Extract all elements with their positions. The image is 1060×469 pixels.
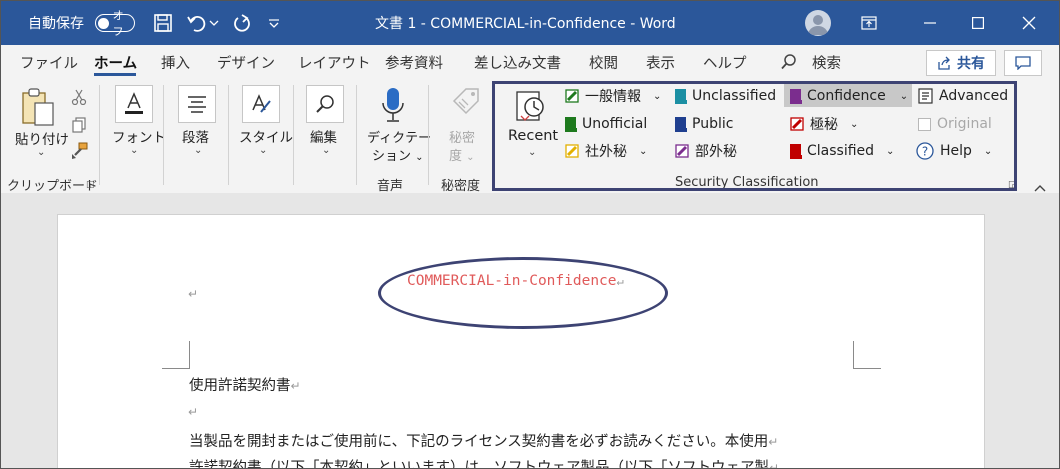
style-dropdown-icon[interactable]: ⌄	[259, 145, 267, 156]
dictate-dropdown-icon[interactable]: ⌄	[415, 152, 423, 163]
search-icon[interactable]	[780, 45, 798, 79]
save-icon[interactable]	[152, 12, 174, 34]
redo-icon[interactable]	[231, 12, 253, 34]
tab-insert[interactable]: 挿入	[161, 45, 190, 79]
paste-button-label[interactable]: 貼り付け	[15, 128, 69, 148]
document-canvas	[1, 193, 1059, 468]
crop-mark-left	[162, 341, 190, 369]
editing-search-icon[interactable]	[306, 85, 344, 123]
clipboard-group-label: クリップボード	[7, 179, 99, 194]
styles-icon[interactable]	[242, 85, 280, 123]
clipboard-launcher-icon[interactable]: ◲	[86, 180, 95, 190]
crop-mark-right	[853, 341, 881, 369]
toggle-knob	[98, 17, 109, 29]
share-icon	[938, 56, 950, 70]
font-group-label[interactable]: フォント	[112, 126, 166, 146]
minimize-icon[interactable]	[907, 1, 953, 45]
format-painter-icon[interactable]	[70, 142, 88, 164]
microphone-icon[interactable]	[381, 87, 405, 127]
sensitivity-label-line2: 度	[449, 149, 463, 164]
sensitivity-dropdown-icon: ⌄	[466, 152, 475, 163]
paragraph-mark: ↵	[768, 435, 779, 449]
editing-group-label[interactable]: 編集	[310, 126, 337, 146]
sensitivity-label-line1: 秘密	[449, 131, 476, 146]
paragraph-group-label[interactable]: 段落	[182, 126, 209, 146]
separator	[293, 85, 294, 185]
body-line-4[interactable]: 許諾契約書（以下「本契約」といいます）は、ソフトウェア製品（以下「ソフトウェア製	[189, 460, 769, 468]
share-button[interactable]: 共有	[926, 50, 996, 76]
paste-icon[interactable]	[21, 87, 55, 131]
font-dropdown-icon[interactable]: ⌄	[130, 145, 138, 156]
dictate-label-line1[interactable]: ディクテー	[367, 127, 431, 146]
sensitivity-group-label: 秘密度	[441, 179, 481, 194]
body-paragraph-3: 許諾契約書（以下「本契約」といいます）は、ソフトウェア製品（以下「ソフトウェア製…	[189, 456, 780, 469]
tab-design[interactable]: デザイン	[217, 45, 275, 79]
undo-dropdown-icon[interactable]	[207, 12, 221, 34]
paragraph-mark: ↵	[188, 287, 199, 301]
comments-button[interactable]	[1004, 50, 1042, 76]
body-paragraph-1: 使用許諾契約書↵	[189, 374, 301, 395]
user-avatar[interactable]	[805, 10, 831, 36]
share-label: 共有	[957, 56, 985, 72]
tab-layout[interactable]: レイアウト	[298, 45, 371, 79]
undo-icon[interactable]	[186, 12, 208, 34]
paragraph-icon[interactable]	[178, 85, 216, 123]
style-group-label[interactable]: スタイル	[239, 126, 293, 146]
autosave-toggle[interactable]: オフ	[95, 9, 135, 38]
security-classification-highlight-box	[492, 81, 1017, 191]
separator	[428, 85, 429, 185]
separator	[228, 85, 229, 185]
maximize-icon[interactable]	[955, 1, 1001, 45]
header-highlight-oval	[378, 257, 668, 329]
cut-icon[interactable]	[71, 89, 87, 109]
customize-qat-icon[interactable]	[265, 12, 283, 34]
separator	[163, 85, 164, 185]
body-line-3[interactable]: 当製品を開封またはご使用前に、下記のライセンス契約書を必ずお読みください。本使用	[189, 434, 768, 450]
font-icon[interactable]	[115, 85, 153, 123]
title-bar: 自動保存 オフ 文書 1 - COMMERCIAL-in-Confidence …	[1, 1, 1059, 45]
word-window: 自動保存 オフ 文書 1 - COMMERCIAL-in-Confidence …	[0, 0, 1060, 469]
separator	[356, 85, 357, 185]
autosave-state: オフ	[112, 9, 124, 38]
autosave-label: 自動保存	[28, 16, 84, 32]
paste-dropdown-icon[interactable]: ⌄	[37, 147, 45, 158]
tab-file[interactable]: ファイル	[20, 45, 78, 79]
sensitivity-tag-icon[interactable]	[450, 87, 480, 125]
close-icon[interactable]	[1006, 1, 1052, 45]
voice-group-label: 音声	[377, 179, 404, 194]
copy-icon[interactable]	[71, 117, 87, 137]
paragraph-mark: ↵	[769, 461, 780, 469]
body-paragraph-2: 当製品を開封またはご使用前に、下記のライセンス契約書を必ずお読みください。本使用…	[189, 430, 778, 451]
body-line-1[interactable]: 使用許諾契約書	[189, 378, 291, 394]
paragraph-mark: ↵	[290, 379, 301, 393]
document-title: 文書 1 - COMMERCIAL-in-Confidence - Word	[375, 16, 676, 32]
paragraph-dropdown-icon[interactable]: ⌄	[194, 145, 202, 156]
tab-review[interactable]: 校閲	[589, 45, 618, 79]
tab-help[interactable]: ヘルプ	[703, 45, 747, 79]
ribbon-display-options-icon[interactable]	[846, 1, 892, 45]
ribbon-tabs: ファイル ホーム 挿入 デザイン レイアウト 参考資料 差し込み文書 校閲 表示…	[1, 45, 1059, 79]
separator	[99, 85, 100, 185]
ribbon: 貼り付け ⌄ クリップボード ◲ フォント ⌄ 段落 ⌄ スタイル ⌄ 編集 ⌄…	[1, 79, 1059, 194]
comment-icon	[1015, 56, 1031, 70]
tab-mailings[interactable]: 差し込み文書	[474, 45, 561, 79]
tab-references[interactable]: 参考資料	[385, 45, 443, 79]
editing-dropdown-icon[interactable]: ⌄	[322, 145, 330, 156]
tab-view[interactable]: 表示	[646, 45, 675, 79]
search-box[interactable]: 検索	[812, 45, 841, 79]
active-tab-indicator	[94, 73, 136, 76]
empty-paragraph-mark: ↵	[188, 405, 199, 419]
dictate-label-line2[interactable]: ション	[372, 149, 411, 164]
